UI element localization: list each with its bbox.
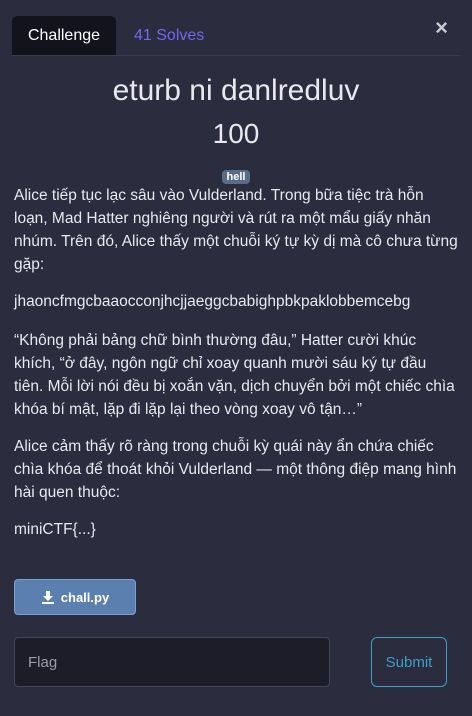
- tab-divider: [12, 55, 460, 56]
- flag-input[interactable]: [14, 637, 330, 687]
- description-paragraph: Alice cảm thấy rõ ràng trong chuỗi kỳ qu…: [14, 438, 457, 501]
- download-icon: [41, 591, 54, 604]
- challenge-title: eturb ni danlredluv: [112, 74, 360, 107]
- tab-bar: Challenge 41 Solves: [12, 16, 222, 56]
- file-name: chall.py: [60, 589, 110, 605]
- submit-button[interactable]: Submit: [371, 637, 447, 687]
- flag-format: miniCTF{...}: [14, 521, 96, 538]
- description-paragraph: “Không phải bảng chữ bình thường đâu,” H…: [14, 332, 455, 418]
- close-icon[interactable]: ×: [435, 17, 448, 39]
- download-file-button[interactable]: chall.py: [14, 579, 136, 615]
- tab-solves[interactable]: 41 Solves: [116, 16, 222, 56]
- challenge-points: 100: [212, 118, 260, 149]
- challenge-description: Alice tiếp tục lạc sâu vào Vulderland. T…: [14, 184, 458, 555]
- challenge-tag: hell: [221, 170, 251, 184]
- description-paragraph: Alice tiếp tục lạc sâu vào Vulderland. T…: [14, 187, 458, 273]
- ciphertext: jhaoncfmgcbaaocconjhcjjaeggcbabighpbkpak…: [14, 293, 411, 310]
- tag-container: hell: [0, 167, 472, 185]
- tab-challenge[interactable]: Challenge: [12, 16, 116, 56]
